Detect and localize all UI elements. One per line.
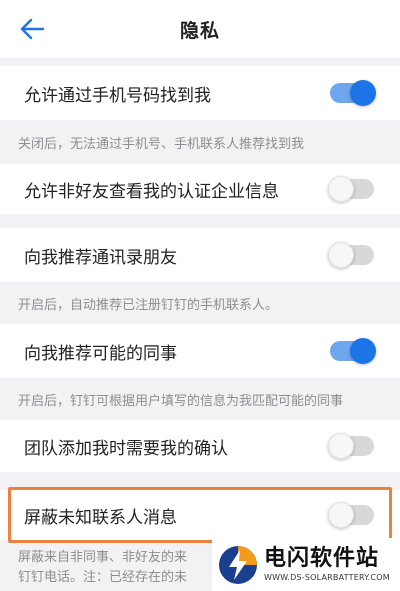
toggle-knob <box>328 502 354 528</box>
block-note-line-2: 钉钉电话。注：已经存在的未 <box>18 570 188 585</box>
toggle-knob <box>328 433 354 459</box>
watermark-url: WWW.DS-SOLARBATTERY.COM <box>264 572 390 582</box>
setting-label: 向我推荐可能的同事 <box>24 343 177 364</box>
lightning-logo-icon <box>219 545 257 584</box>
watermark: 电闪软件站 WWW.DS-SOLARBATTERY.COM <box>212 538 400 591</box>
block-unknown-note: 屏蔽来自非同事、非好友的来 钉钉电话。注：已经存在的未 <box>18 548 228 588</box>
team-add-confirm-toggle[interactable] <box>328 433 374 459</box>
toggle-knob <box>350 80 376 106</box>
setting-find-by-phone: 允许通过手机号码找到我 <box>0 66 400 120</box>
toggle-knob <box>350 338 376 364</box>
block-unknown-toggle[interactable] <box>328 502 374 528</box>
toggle-knob <box>328 242 354 268</box>
setting-recommend-colleagues: 向我推荐可能的同事 <box>0 324 400 378</box>
setting-label: 向我推荐通讯录朋友 <box>24 247 177 268</box>
show-company-info-toggle[interactable] <box>328 176 374 202</box>
page-title: 隐私 <box>179 19 220 42</box>
recommend-colleagues-note: 开启后，钉钉可根据用户填写的信息为我匹配可能的同事 <box>18 393 344 409</box>
find-by-phone-toggle[interactable] <box>330 80 376 106</box>
block-note-line-1: 屏蔽来自非同事、非好友的来 <box>18 550 188 565</box>
setting-block-unknown: 屏蔽未知联系人消息 <box>0 490 400 540</box>
toggle-knob <box>328 176 354 202</box>
setting-label: 允许通过手机号码找到我 <box>24 85 211 106</box>
back-button[interactable] <box>16 14 48 44</box>
setting-recommend-contacts: 向我推荐通讯录朋友 <box>0 228 400 282</box>
find-by-phone-note: 关闭后，无法通过手机号、手机联系人推荐找到我 <box>18 136 305 152</box>
setting-team-add-confirm: 团队添加我时需要我的确认 <box>0 420 400 472</box>
watermark-name: 电闪软件站 <box>264 545 380 571</box>
setting-label: 允许非好友查看我的认证企业信息 <box>24 181 279 202</box>
recommend-colleagues-toggle[interactable] <box>330 338 376 364</box>
setting-show-company-info: 允许非好友查看我的认证企业信息 <box>0 164 400 214</box>
navigation-bar: 隐私 <box>0 0 400 58</box>
setting-label: 屏蔽未知联系人消息 <box>24 507 177 528</box>
recommend-contacts-toggle[interactable] <box>328 242 374 268</box>
setting-label: 团队添加我时需要我的确认 <box>24 438 228 459</box>
recommend-contacts-note: 开启后，自动推荐已注册钉钉的手机联系人。 <box>18 297 279 313</box>
back-arrow-icon <box>20 18 45 40</box>
